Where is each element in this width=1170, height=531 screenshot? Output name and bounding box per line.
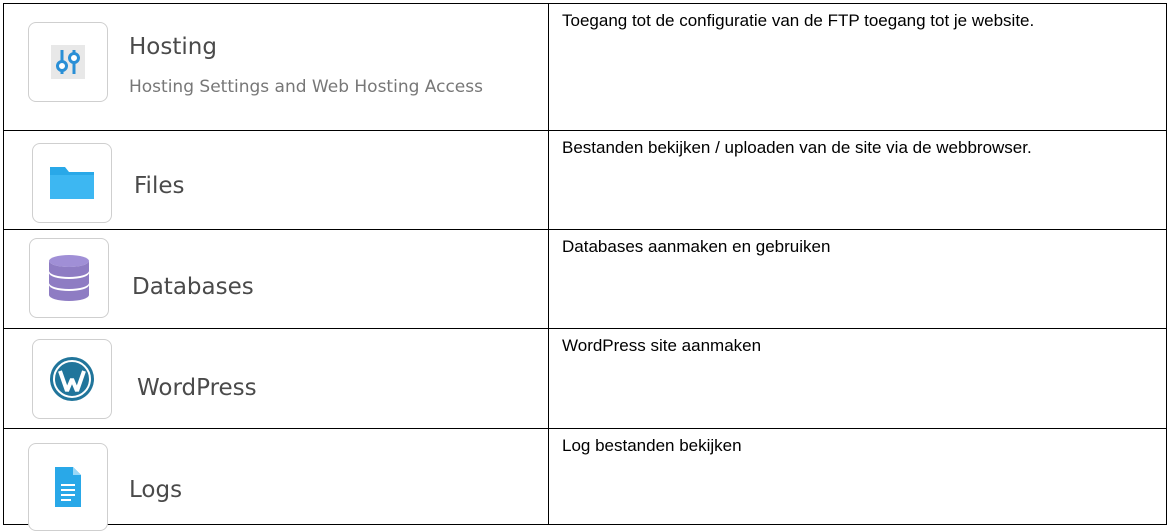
feature-cell: Logs <box>4 429 549 531</box>
document-icon <box>55 467 81 507</box>
table-row: Logs Log bestanden bekijken <box>4 429 1166 531</box>
feature-title: Logs <box>129 477 183 503</box>
table-row: WordPress WordPress site aanmaken <box>4 329 1166 429</box>
wordpress-icon <box>50 357 94 401</box>
feature-description: Databases aanmaken en gebruiken <box>562 237 831 256</box>
feature-title: Databases <box>132 274 254 300</box>
sliders-icon <box>51 45 85 79</box>
feature-title: Files <box>134 173 185 199</box>
feature-description: Log bestanden bekijken <box>562 436 742 455</box>
database-icon <box>49 255 89 301</box>
feature-title: WordPress <box>137 375 257 401</box>
table-row: Databases Databases aanmaken en gebruike… <box>4 230 1166 329</box>
feature-subtitle: Hosting Settings and Web Hosting Access <box>129 77 483 97</box>
databases-tile[interactable] <box>29 238 109 318</box>
folder-icon <box>50 167 94 199</box>
table-row: Files Bestanden bekijken / uploaden van … <box>4 131 1166 230</box>
feature-description: Toegang tot de configuratie van de FTP t… <box>562 11 1035 30</box>
table-row: Hosting Hosting Settings and Web Hosting… <box>4 4 1166 131</box>
hosting-tile[interactable] <box>28 22 108 102</box>
feature-description: WordPress site aanmaken <box>562 336 762 355</box>
feature-cell: Files <box>4 131 549 229</box>
wordpress-tile[interactable] <box>32 339 112 419</box>
feature-title: Hosting <box>129 34 217 60</box>
features-table: Hosting Hosting Settings and Web Hosting… <box>3 3 1167 531</box>
feature-cell: Hosting Hosting Settings and Web Hosting… <box>4 4 549 130</box>
logs-tile[interactable] <box>28 443 108 531</box>
feature-description: Bestanden bekijken / uploaden van de sit… <box>562 138 1032 157</box>
feature-cell: Databases <box>4 230 549 328</box>
files-tile[interactable] <box>32 143 112 223</box>
feature-cell: WordPress <box>4 329 549 428</box>
